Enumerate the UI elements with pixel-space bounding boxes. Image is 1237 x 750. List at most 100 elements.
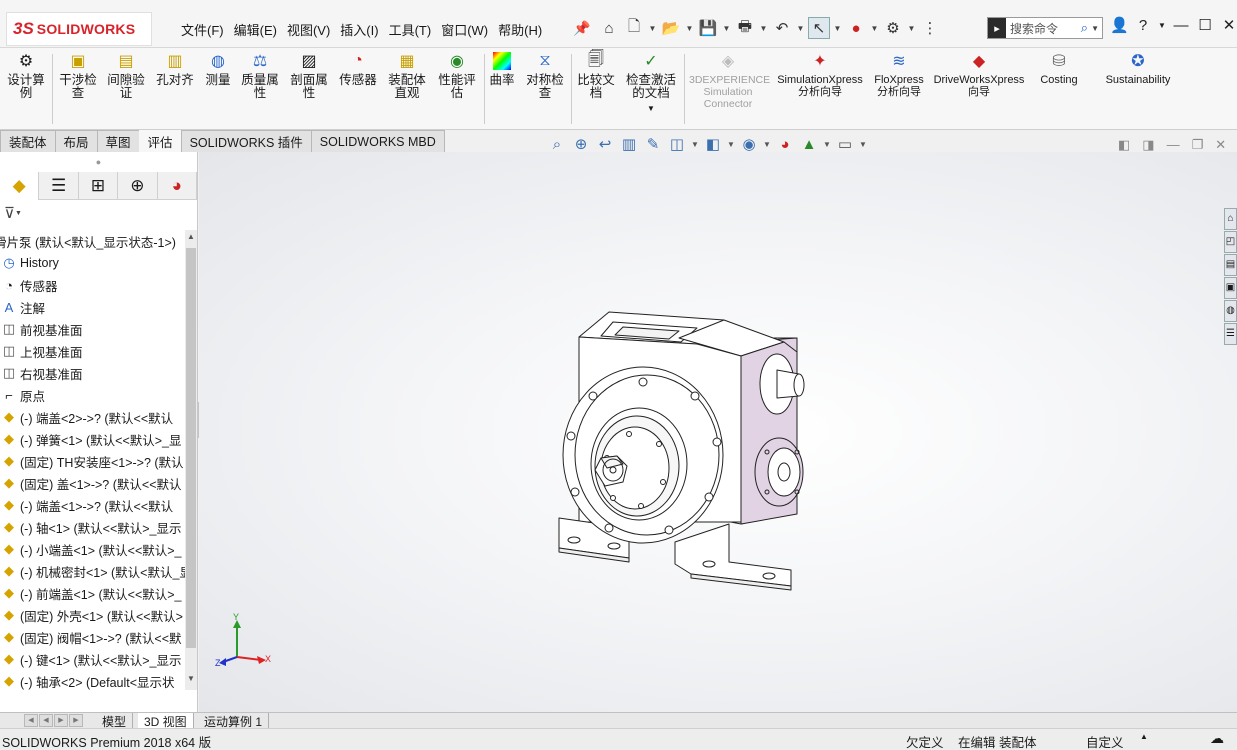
first-tab-icon[interactable]: ◀ [24,714,38,727]
display-style-icon[interactable]: ◧ [703,135,723,153]
symmetry-check-button[interactable]: ⧖ 对称检查 [522,50,568,100]
search-input[interactable]: 搜索命令 [1006,20,1081,37]
tree-node[interactable]: ◆ (-) 轴承<2> (Default<显示状 [0,670,185,690]
apply-scene-icon[interactable]: ▲ [799,136,819,153]
tab-3d-view[interactable]: 3D 视图 [138,713,194,729]
scrollbar-thumb[interactable] [186,248,196,648]
doc-minimize-icon[interactable]: — [1167,137,1180,153]
minimize-icon[interactable]: — [1172,17,1190,34]
options-gear-icon[interactable]: ⚙ [882,17,904,39]
scene-dropdown-icon[interactable]: ▼ [823,140,831,149]
task-pane-home-icon[interactable]: ⌂ [1224,208,1237,230]
view-settings-dropdown-icon[interactable]: ▼ [859,140,867,149]
help-icon[interactable]: ? [1134,17,1152,34]
tab-model[interactable]: 模型 [96,713,134,729]
tree-node[interactable]: ◆ (-) 端盖<1>->? (默认<<默认 [0,494,185,516]
doc-close-icon[interactable]: ✕ [1215,137,1226,153]
new-dropdown-icon[interactable]: ▼ [648,17,657,39]
home-icon[interactable]: ⌂ [598,17,620,39]
tree-node[interactable]: ◔ 传感器 [0,274,185,296]
task-pane-properties-icon[interactable]: ☰ [1224,323,1237,345]
task-pane-appearances-icon[interactable]: ◍ [1224,300,1237,322]
tree-node[interactable]: ◆ (固定) 盖<1>->? (默认<<默认 [0,472,185,494]
tree-node[interactable]: A 注解 [0,296,185,318]
tab-evaluate[interactable]: 评估 [138,130,182,152]
dynamic-annotation-icon[interactable]: ✎ [643,135,663,153]
view-orientation-icon[interactable]: ◫ [667,135,687,153]
hole-alignment-button[interactable]: ▥ 孔对齐 [152,50,198,87]
check-active-document-button[interactable]: ✓ 检查激活的文档 ▼ [622,50,680,115]
pin-menu-icon[interactable]: 📌 [573,20,590,37]
section-view-icon[interactable]: ▥ [619,135,639,153]
sustainability-button[interactable]: ✪ Sustainability [1100,50,1176,86]
hide-show-dropdown-icon[interactable]: ▼ [763,140,771,149]
tab-motion-study[interactable]: 运动算例 1 [198,713,270,729]
interference-button[interactable]: ▣ 干涉检查 [56,50,100,100]
tree-node[interactable]: ◷ History [0,252,185,274]
print-icon[interactable]: 🖶 [734,17,756,39]
next-tab-icon[interactable]: ▶ [54,714,68,727]
undo-icon[interactable]: ↶ [771,17,793,39]
previous-view-icon[interactable]: ↩ [595,135,615,153]
scroll-down-icon[interactable]: ▼ [185,674,197,688]
pane-left-icon[interactable]: ◧ [1118,137,1130,153]
units-dropdown-icon[interactable]: ▲ [1140,732,1148,741]
search-icon[interactable]: ⌕ [1081,20,1091,36]
edit-appearance-icon[interactable]: ◕ [775,136,795,153]
tree-node[interactable]: ⌐ 原点 [0,384,185,406]
curvature-button[interactable]: 曲率 [486,50,518,87]
print-dropdown-icon[interactable]: ▼ [759,17,768,39]
3dexperience-simulation-button[interactable]: ◈ 3DEXPERIENCE Simulation Connector [688,50,770,110]
close-icon[interactable]: ✕ [1220,16,1237,34]
floxpress-button[interactable]: ≋ FloXpress 分析向导 [870,50,928,98]
assembly-visualization-button[interactable]: ▦ 装配体直观 [384,50,430,100]
tree-node[interactable]: ◫ 右视基准面 [0,362,185,384]
graphics-area[interactable]: Y X Z [199,152,1237,712]
undo-dropdown-icon[interactable]: ▼ [796,17,805,39]
tree-scrollbar[interactable]: ▲ ▼ [185,230,197,690]
menu-edit[interactable]: 编辑(E) [229,18,282,41]
view-orientation-dropdown-icon[interactable]: ▼ [691,140,699,149]
menu-file[interactable]: 文件(F) [176,18,229,41]
tree-node[interactable]: ◆ (-) 端盖<2>->? (默认<<默认 [0,406,185,428]
tree-node[interactable]: ◆ (固定) 外壳<1> (默认<<默认> [0,604,185,626]
compare-documents-button[interactable]: 🗐 比较文档 [574,50,618,100]
mass-properties-button[interactable]: ⚖ 质量属性 [238,50,282,100]
feature-tree-tab-icon[interactable]: ◆ [0,172,40,200]
rebuild-traffic-light-icon[interactable]: ● [845,17,867,39]
doc-restore-icon[interactable]: ❐ [1192,137,1204,153]
scroll-up-icon[interactable]: ▲ [185,232,197,246]
measure-button[interactable]: ◍ 测量 [200,50,236,87]
tab-layout[interactable]: 布局 [54,130,98,152]
tree-node[interactable]: ◆ (固定) 阀帽<1>->? (默认<<默 [0,626,185,648]
tree-node[interactable]: ◆ (-) 小端盖<1> (默认<<默认>_ [0,538,185,560]
menu-tools[interactable]: 工具(T) [384,18,437,41]
select-cursor-icon[interactable]: ↖ [808,17,830,39]
section-properties-button[interactable]: ▨ 剖面属性 [286,50,332,100]
zoom-to-fit-icon[interactable]: ⌕ [547,136,567,153]
configuration-manager-tab-icon[interactable]: ⊞ [79,172,119,200]
save-icon[interactable]: 💾 [697,17,719,39]
tab-addins[interactable]: SOLIDWORKS 插件 [180,130,312,152]
solidworks-logo[interactable]: 3S SOLIDWORKS [6,12,152,46]
tree-node[interactable]: ◫ 上视基准面 [0,340,185,362]
last-tab-icon[interactable]: ▶ [69,714,83,727]
new-document-icon[interactable]: 🗋 [623,17,645,39]
clearance-button[interactable]: ▤ 间隙验证 [104,50,148,100]
tree-node[interactable]: ◆ (-) 前端盖<1> (默认<<默认>_ [0,582,185,604]
costing-button[interactable]: ⛁ Costing [1034,50,1084,86]
customize-icon[interactable]: ⋮ [919,17,941,39]
search-dropdown-icon[interactable]: ▼ [1091,24,1102,33]
save-dropdown-icon[interactable]: ▼ [722,17,731,39]
tree-node[interactable]: ◆ (-) 轴<1> (默认<<默认>_显示 [0,516,185,538]
search-commands-box[interactable]: ▸ 搜索命令 ⌕ ▼ [987,17,1103,39]
units-selector[interactable]: 自定义 [1086,732,1124,750]
user-icon[interactable]: 👤 [1110,16,1129,34]
view-settings-icon[interactable]: ▭ [835,135,855,153]
help-dropdown-icon[interactable]: ▼ [1158,21,1166,30]
panel-grip[interactable]: ● [0,152,197,172]
zoom-to-area-icon[interactable]: ⊕ [571,135,591,153]
property-manager-tab-icon[interactable]: ☰ [39,172,79,200]
solidworks-resources-icon[interactable]: ☁ [1210,730,1224,747]
sensor-button[interactable]: ◔ 传感器 [336,50,380,87]
